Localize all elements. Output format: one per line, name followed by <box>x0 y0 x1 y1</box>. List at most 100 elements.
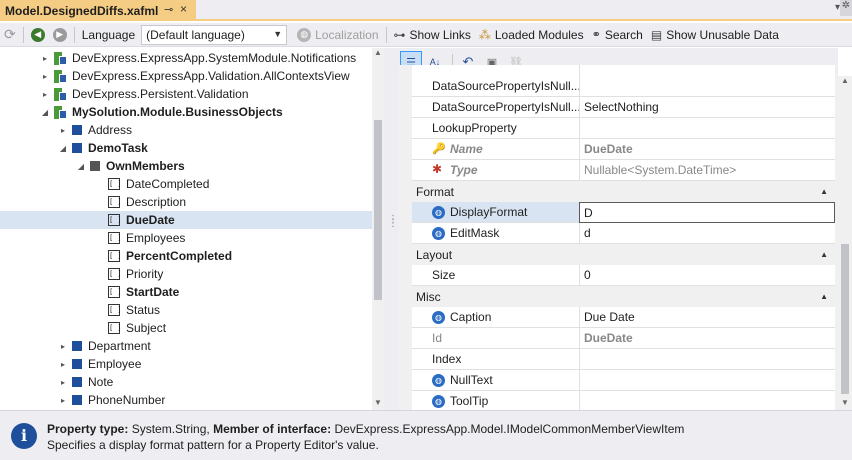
show-unusable-data-button[interactable]: ▤ Show Unusable Data <box>647 24 783 46</box>
property-row-selected[interactable]: ◍ DisplayFormat D <box>398 202 838 223</box>
expander-icon[interactable]: ▸ <box>58 342 68 351</box>
tree-node[interactable]: ▸ DevExpress.ExpressApp.Validation.AllCo… <box>0 67 372 85</box>
property-value[interactable] <box>579 391 835 412</box>
link-icon: ⊶ <box>393 27 406 42</box>
category-format[interactable]: Format ▲ <box>398 181 838 202</box>
property-grid-scrollbar[interactable]: ▲ ▼ <box>838 76 852 410</box>
expander-icon[interactable]: ◢ <box>58 144 68 153</box>
property-value[interactable]: Due Date <box>579 307 835 328</box>
language-select[interactable]: (Default language) ▼ <box>141 24 288 45</box>
member-of-interface-label: Member of interface: <box>213 422 332 436</box>
property-row[interactable]: LookupProperty <box>398 118 838 139</box>
pin-icon[interactable]: ⊸ <box>164 3 173 16</box>
tree-node[interactable]: [ ] Description <box>0 193 372 211</box>
expander-icon[interactable]: ▸ <box>58 378 68 387</box>
tree-node[interactable]: ▸ PhoneNumber <box>0 391 372 409</box>
tree-node[interactable]: [ ] PercentCompleted <box>0 247 372 265</box>
pane-splitter[interactable]: ⋮ ⋮ <box>384 48 398 410</box>
tree-node[interactable]: [ ] Subject <box>0 319 372 337</box>
search-button[interactable]: ⚭ Search <box>588 24 647 46</box>
tree-node[interactable]: ▸ Employee <box>0 355 372 373</box>
tree-node[interactable]: ▸ Note <box>0 373 372 391</box>
property-row[interactable]: ◍ NullText <box>398 370 838 391</box>
scroll-up-icon[interactable]: ▲ <box>374 48 382 57</box>
category-layout[interactable]: Layout ▲ <box>398 244 838 265</box>
document-tab[interactable]: Model.DesignedDiffs.xafml ⊸ × <box>0 0 196 21</box>
property-name-cell: ✱ Type <box>412 160 579 181</box>
property-row[interactable]: ✱ Type Nullable<System.DateTime> <box>398 160 838 181</box>
refresh-button[interactable]: ⟳ <box>0 24 20 46</box>
tree-node-label: Employee <box>88 357 142 371</box>
tree-node-selected[interactable]: [ ] DueDate <box>0 211 372 229</box>
scroll-up-icon[interactable]: ▲ <box>841 76 849 85</box>
tree-node[interactable]: ◢ OwnMembers <box>0 157 372 175</box>
collapse-icon[interactable]: ▲ <box>820 250 828 259</box>
tree-node[interactable]: [ ] DateCompleted <box>0 175 372 193</box>
expander-icon[interactable]: ▸ <box>40 90 50 99</box>
property-value[interactable] <box>579 76 835 97</box>
tree-node-label: DateCompleted <box>126 177 210 191</box>
model-tree[interactable]: ▸ DevExpress.ExpressApp.SystemModule.Not… <box>0 48 384 410</box>
tree-node[interactable]: ◢ DemoTask <box>0 139 372 157</box>
expander-icon[interactable]: ◢ <box>76 162 86 171</box>
property-value[interactable] <box>579 370 835 391</box>
tree-node[interactable]: [ ] Status <box>0 301 372 319</box>
property-row[interactable]: DataSourcePropertyIsNull... SelectNothin… <box>398 97 838 118</box>
property-row[interactable]: ◍ Caption Due Date <box>398 307 838 328</box>
close-icon[interactable]: × <box>180 2 187 16</box>
property-value[interactable]: 0 <box>579 265 835 286</box>
property-value[interactable]: d <box>579 223 835 244</box>
tree-node[interactable]: [ ] Employees <box>0 229 372 247</box>
expander-icon[interactable]: ▸ <box>40 72 50 81</box>
member-icon: [ ] <box>108 196 122 208</box>
expander-icon[interactable]: ◢ <box>40 108 50 117</box>
property-row[interactable]: ◍ EditMask d <box>398 223 838 244</box>
localization-button[interactable]: ◍ Localization <box>293 24 382 46</box>
category-misc[interactable]: Misc ▲ <box>398 286 838 307</box>
expander-icon[interactable]: ▸ <box>58 126 68 135</box>
property-row[interactable]: 🔑 Name DueDate <box>398 139 838 160</box>
property-name: LookupProperty <box>412 118 579 139</box>
gear-icon[interactable]: ✲ <box>840 0 852 16</box>
tree-scrollbar[interactable]: ▲ ▼ <box>372 48 384 410</box>
tree-node[interactable]: ◢ MySolution.Module.BusinessObjects <box>0 103 372 121</box>
property-value-editor[interactable]: D <box>579 202 835 223</box>
forward-button[interactable]: ▶ <box>49 24 71 46</box>
show-unusable-data-label: Show Unusable Data <box>666 27 779 42</box>
property-row[interactable]: ◍ ToolTip <box>398 391 838 412</box>
tree-node[interactable]: [ ] Priority <box>0 265 372 283</box>
property-row[interactable]: Id DueDate <box>398 328 838 349</box>
class-icon <box>72 125 82 135</box>
expander-icon[interactable]: ▸ <box>58 360 68 369</box>
globe-icon: ◍ <box>432 311 445 324</box>
collapse-icon[interactable]: ▲ <box>820 292 828 301</box>
tree-node[interactable]: [ ] StartDate <box>0 283 372 301</box>
property-grid-scrollbar-thumb[interactable] <box>841 244 849 394</box>
description-panel: i Property type: System.String, Member o… <box>0 410 852 460</box>
property-row[interactable]: Index <box>398 349 838 370</box>
scroll-down-icon[interactable]: ▼ <box>374 398 382 407</box>
property-value: DueDate <box>579 139 835 160</box>
required-asterisk-icon: ✱ <box>432 162 443 176</box>
property-value[interactable] <box>579 118 835 139</box>
back-button[interactable]: ◀ <box>27 24 49 46</box>
property-value[interactable]: SelectNothing <box>579 97 835 118</box>
tree-node[interactable]: ▸ DevExpress.ExpressApp.SystemModule.Not… <box>0 49 372 67</box>
property-name-cell: 🔑 Name <box>412 139 579 160</box>
property-row[interactable]: DataSourcePropertyIsNull... <box>398 76 838 97</box>
toolbar-separator <box>73 26 75 43</box>
show-links-button[interactable]: ⊶ Show Links <box>390 24 475 46</box>
property-row[interactable]: Size 0 <box>398 265 838 286</box>
expander-icon[interactable]: ▸ <box>58 396 68 405</box>
collapse-icon[interactable]: ▲ <box>820 187 828 196</box>
search-label: Search <box>604 27 643 42</box>
tree-node[interactable]: ▸ Department <box>0 337 372 355</box>
scroll-down-icon[interactable]: ▼ <box>841 398 849 407</box>
loaded-modules-button[interactable]: ⁂ Loaded Modules <box>475 24 588 46</box>
document-tab-title: Model.DesignedDiffs.xafml <box>5 3 159 18</box>
tree-scrollbar-thumb[interactable] <box>374 120 382 300</box>
expander-icon[interactable]: ▸ <box>40 54 50 63</box>
tree-node[interactable]: ▸ DevExpress.Persistent.Validation <box>0 85 372 103</box>
property-value[interactable] <box>579 349 835 370</box>
tree-node[interactable]: ▸ Address <box>0 121 372 139</box>
